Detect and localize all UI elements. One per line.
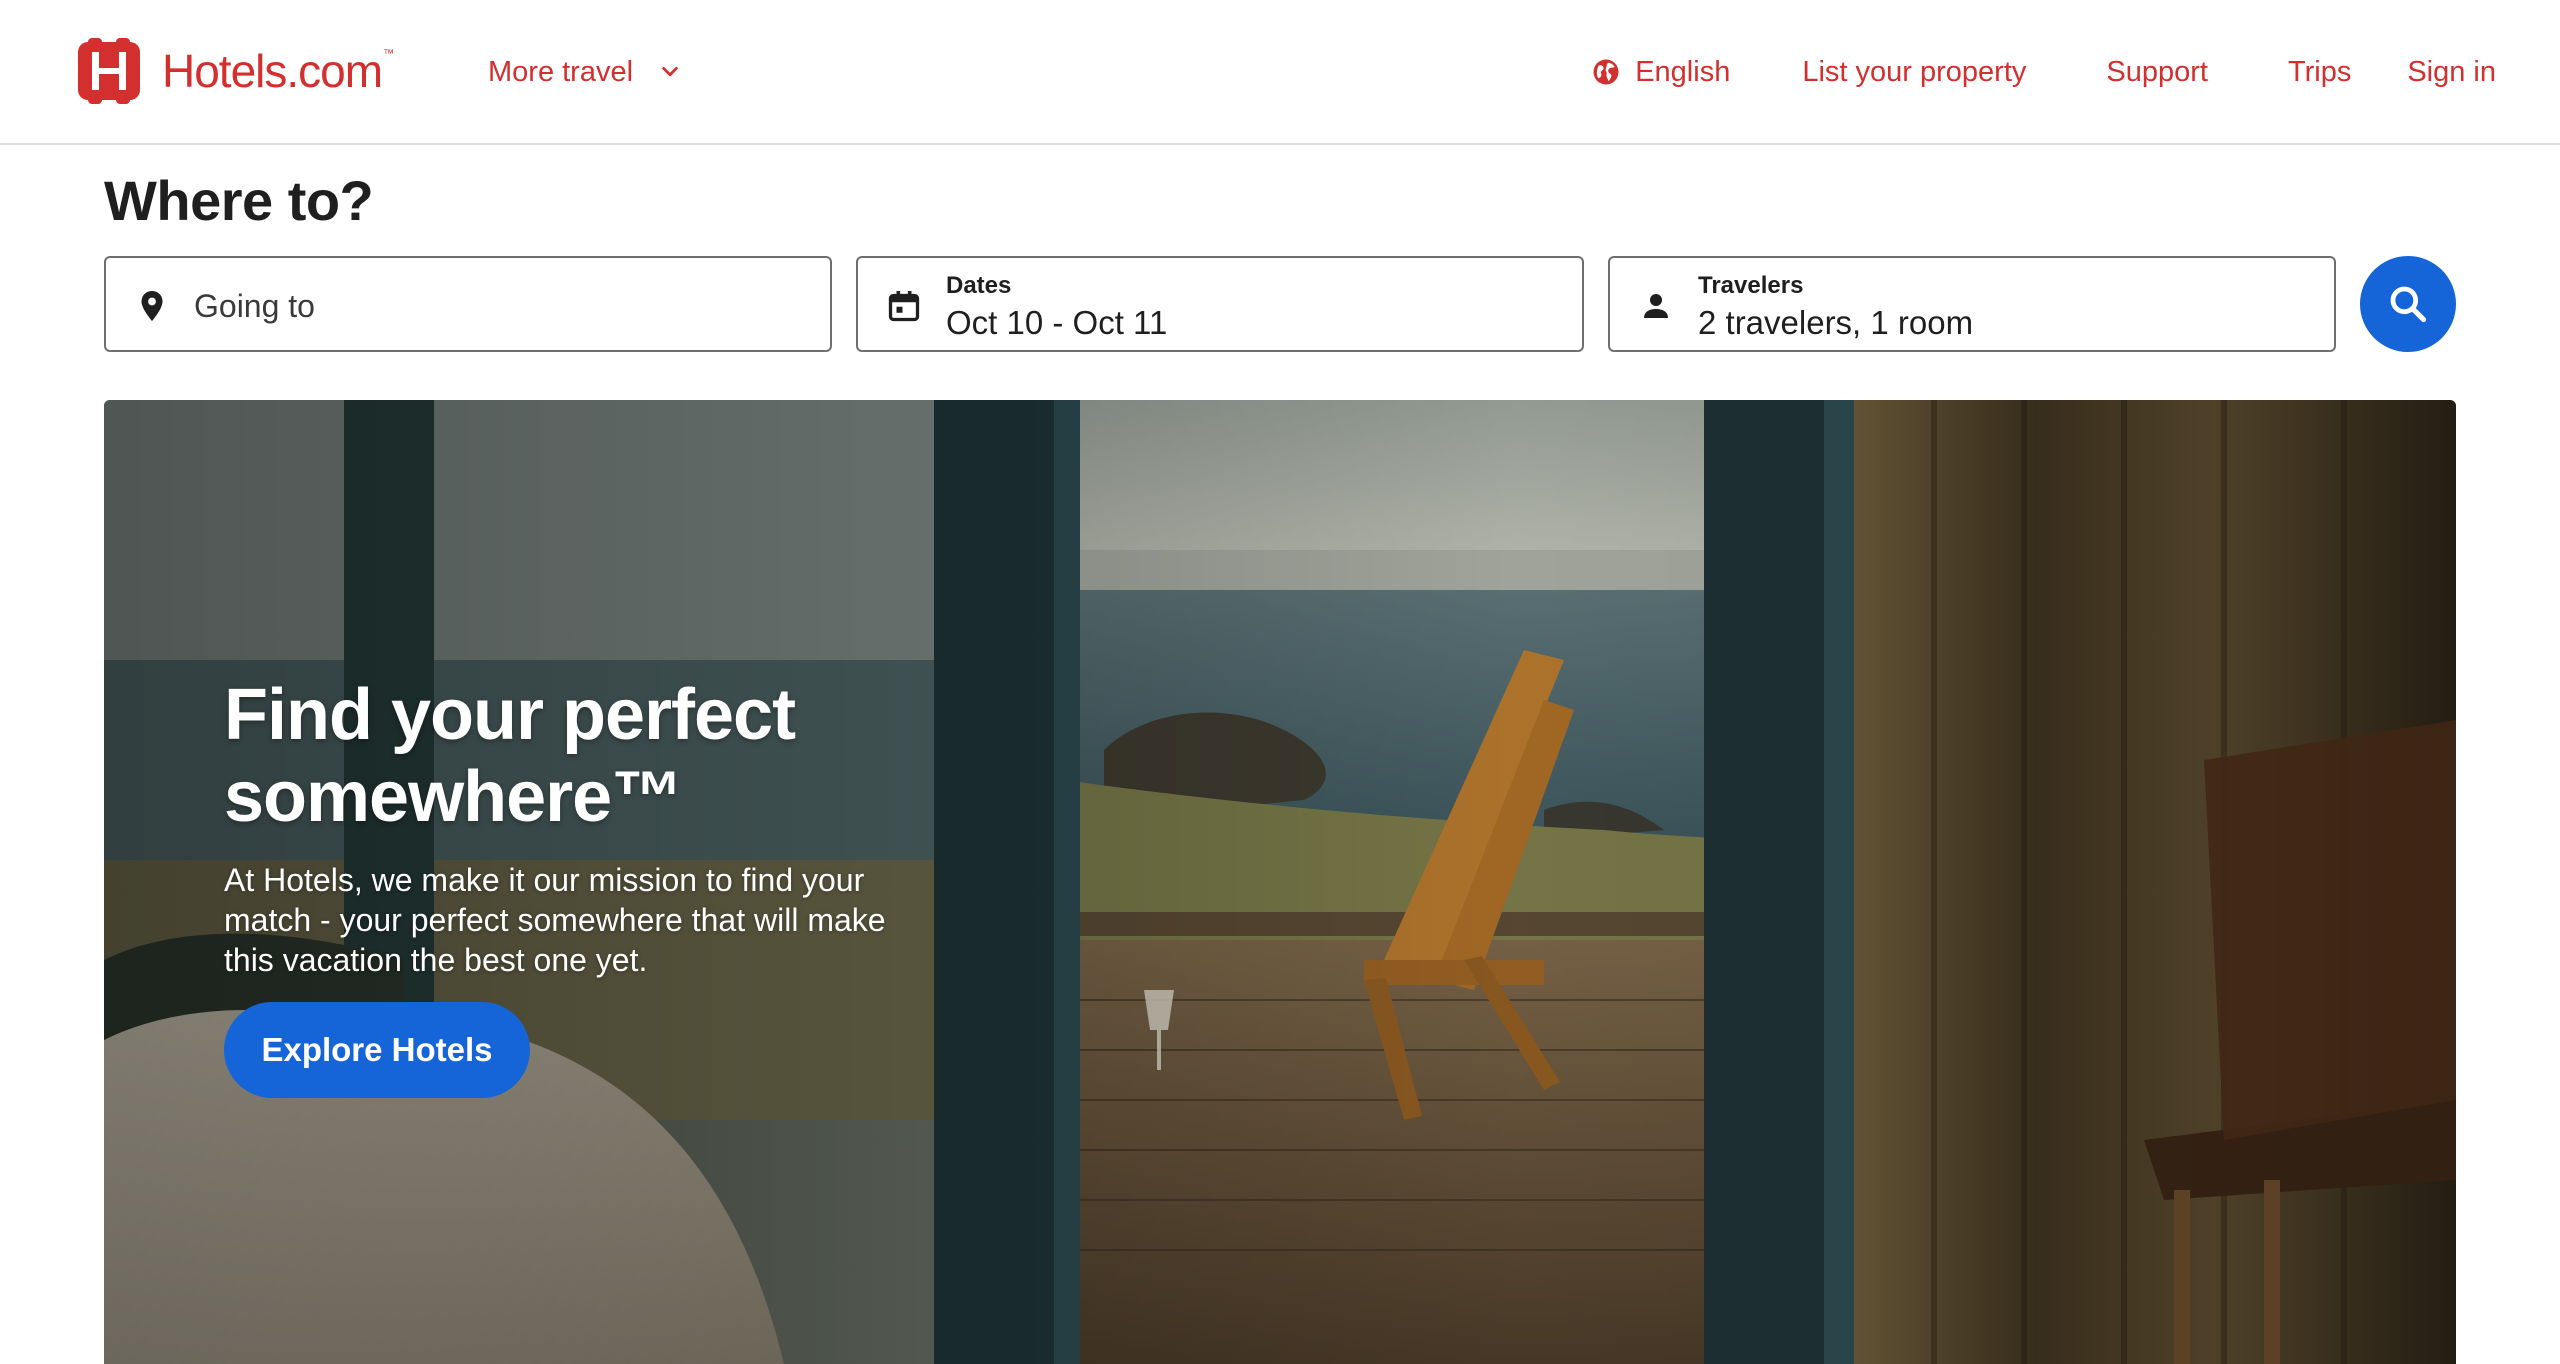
language-label: English xyxy=(1635,55,1731,88)
hero-title: Find your perfect somewhere™ xyxy=(224,675,796,837)
search-button[interactable] xyxy=(2360,256,2456,352)
person-icon xyxy=(1644,294,1668,318)
destination-field[interactable]: Going to xyxy=(104,256,832,352)
trips-link[interactable]: Trips xyxy=(2288,56,2351,89)
more-travel-menu[interactable]: More travel xyxy=(488,48,681,96)
dates-value: Oct 10 - Oct 11 xyxy=(946,304,1168,341)
search-icon xyxy=(2390,286,2427,323)
hero-subtitle: At Hotels, we make it our mission to fin… xyxy=(224,862,886,978)
language-selector[interactable]: English xyxy=(1591,56,1730,89)
dates-label: Dates xyxy=(946,272,1012,299)
travelers-field[interactable]: Travelers 2 travelers, 1 room xyxy=(1608,256,2336,352)
support-link[interactable]: Support xyxy=(2106,56,2208,89)
map-pin-icon xyxy=(141,291,163,321)
more-travel-label: More travel xyxy=(488,55,634,88)
destination-placeholder: Going to xyxy=(194,288,315,324)
hero-banner: Find your perfect somewhere™ At Hotels, … xyxy=(104,400,2456,1364)
globe-icon xyxy=(1593,59,1619,85)
trips-label: Trips xyxy=(2287,55,2352,88)
sign-in-label: Sign in xyxy=(2407,55,2496,88)
site-header: Hotels.com™ More travel English List you… xyxy=(0,0,2560,145)
sign-in-link[interactable]: Sign in xyxy=(2407,56,2496,89)
logo-wordmark: Hotels.com™ xyxy=(162,45,394,97)
hotels-logo[interactable]: Hotels.com™ xyxy=(78,38,394,104)
explore-hotels-button[interactable]: Explore Hotels xyxy=(224,1002,530,1098)
dates-field[interactable]: Dates Oct 10 - Oct 11 xyxy=(856,256,1584,352)
header-nav: English List your property Support Trips… xyxy=(1591,44,2496,100)
calendar-icon xyxy=(888,291,920,322)
chevron-down-icon xyxy=(662,66,678,77)
page-title: Where to? xyxy=(104,169,374,232)
explore-hotels-label: Explore Hotels xyxy=(261,1031,493,1068)
hotels-logo-icon xyxy=(78,38,140,104)
support-label: Support xyxy=(2106,55,2208,88)
list-your-property-label: List your property xyxy=(1802,55,2027,88)
list-your-property-link[interactable]: List your property xyxy=(1802,56,2026,89)
travelers-label: Travelers xyxy=(1698,272,1804,299)
travelers-value: 2 travelers, 1 room xyxy=(1698,304,1974,341)
